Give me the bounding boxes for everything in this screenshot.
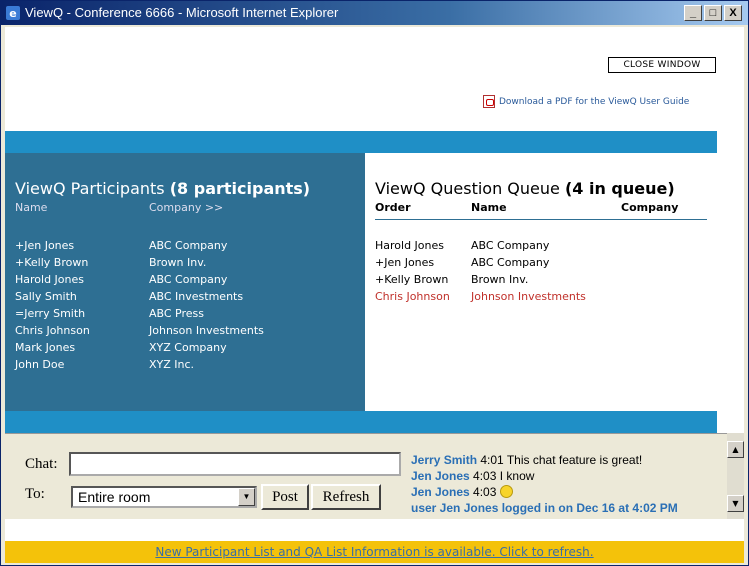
queue-name: Harold Jones (375, 239, 445, 252)
queue-row[interactable]: Chris Johnson Johnson Investments (375, 288, 715, 305)
refresh-button[interactable]: Refresh (311, 484, 381, 510)
participant-name: +Kelly Brown (15, 256, 89, 269)
queue-name: +Jen Jones (375, 256, 435, 269)
chat-sender: Jerry Smith (411, 453, 478, 467)
participants-list: +Jen Jones ABC Company +Kelly Brown Brown I… (15, 237, 355, 373)
question-queue-panel: ViewQ Question Queue (4 in queue) Order … (365, 153, 717, 411)
minimize-button[interactable]: _ (684, 5, 702, 21)
participant-row[interactable]: =Jerry Smith ABC Press (15, 305, 355, 322)
participant-row[interactable]: Harold Jones ABC Company (15, 271, 355, 288)
participant-row[interactable]: +Jen Jones ABC Company (15, 237, 355, 254)
queue-header-rule (375, 219, 707, 220)
chat-time: 4:03 (469, 485, 500, 499)
window-title: ViewQ - Conference 6666 - Microsoft Inte… (25, 5, 339, 20)
queue-col-name: Name (471, 201, 507, 214)
close-window-button[interactable]: CLOSE WINDOW (608, 57, 716, 73)
participant-row[interactable]: Chris Johnson Johnson Investments (15, 322, 355, 339)
participants-col-company[interactable]: Company >> (149, 201, 223, 214)
refresh-notice-link[interactable]: New Participant List and QA List Informa… (155, 545, 593, 559)
participants-col-name: Name (15, 201, 48, 214)
participants-heading: ViewQ Participants (8 participants) (15, 179, 310, 198)
svg-text:e: e (9, 7, 16, 20)
chat-time: 4:03 (469, 469, 500, 483)
footer-divider-bar (5, 411, 717, 433)
participant-name: John Doe (15, 358, 65, 371)
participant-name: Sally Smith (15, 290, 77, 303)
internet-explorer-icon: e (6, 6, 20, 20)
chat-sender: Jen Jones (411, 485, 470, 499)
chat-panel: Chat: To: Entire room ▼ Post Refresh Jer… (5, 433, 744, 519)
title-bar: e ViewQ - Conference 6666 - Microsoft In… (1, 1, 748, 25)
participant-row[interactable]: Mark Jones XYZ Company (15, 339, 355, 356)
scroll-down-arrow-icon[interactable]: ▼ (727, 495, 744, 512)
pdf-icon (483, 95, 495, 108)
chat-message: Jen Jones 4:03 (411, 484, 725, 500)
participant-company: ABC Company (149, 239, 228, 252)
queue-col-company: Company (621, 201, 679, 214)
scroll-up-arrow-icon[interactable]: ▲ (727, 441, 744, 458)
chat-log: Jerry Smith 4:01 This chat feature is gr… (411, 452, 725, 518)
participant-name: =Jerry Smith (15, 307, 86, 320)
chat-system-message: user Jen Jones logged in on Dec 16 at 4:… (411, 501, 678, 515)
header-divider-bar (5, 131, 717, 153)
chat-message: Jen Jones 4:03 I know (411, 468, 725, 484)
chat-label: Chat: (25, 456, 58, 472)
participant-name: Mark Jones (15, 341, 76, 354)
participant-company: XYZ Inc. (149, 358, 195, 371)
browser-window: e ViewQ - Conference 6666 - Microsoft In… (0, 0, 749, 566)
participant-name: +Jen Jones (15, 239, 75, 252)
participants-panel: ViewQ Participants (8 participants) Name… (5, 153, 365, 411)
refresh-notice-bar[interactable]: New Participant List and QA List Informa… (5, 541, 744, 563)
chat-input[interactable] (69, 452, 401, 476)
queue-name: +Kelly Brown (375, 273, 449, 286)
queue-list: Harold Jones ABC Company +Jen Jones ABC Com… (375, 237, 715, 305)
chat-time: 4:01 (477, 453, 507, 467)
post-button[interactable]: Post (261, 484, 309, 510)
queue-company: ABC Company (471, 256, 550, 269)
chat-sender: Jen Jones (411, 469, 470, 483)
queue-company: Brown Inv. (471, 273, 529, 286)
to-label: To: (25, 486, 45, 502)
chevron-down-icon[interactable]: ▼ (238, 488, 255, 506)
chat-scrollbar[interactable]: ▲ ▼ (727, 433, 744, 519)
queue-count: (4 in queue) (564, 179, 675, 198)
participants-count: (8 participants) (169, 179, 311, 198)
queue-row[interactable]: +Jen Jones ABC Company (375, 254, 715, 271)
queue-company: Johnson Investments (471, 290, 586, 303)
queue-row[interactable]: Harold Jones ABC Company (375, 237, 715, 254)
participant-company: Brown Inv. (149, 256, 207, 269)
participant-company: ABC Investments (149, 290, 244, 303)
participant-company: XYZ Company (149, 341, 227, 354)
queue-row[interactable]: +Kelly Brown Brown Inv. (375, 271, 715, 288)
participant-company: Johnson Investments (149, 324, 264, 337)
chat-text: I know (499, 469, 535, 483)
queue-col-order: Order (375, 201, 411, 214)
smiley-icon (499, 485, 513, 498)
queue-heading: ViewQ Question Queue (4 in queue) (375, 179, 675, 198)
recipient-select[interactable]: Entire room ▼ (71, 486, 257, 508)
close-window-x-button[interactable]: X (724, 5, 742, 21)
queue-company: ABC Company (471, 239, 550, 252)
participant-name: Harold Jones (15, 273, 85, 286)
queue-title: ViewQ Question Queue (375, 179, 560, 198)
chat-text: This chat feature is great! (506, 453, 643, 467)
participant-row[interactable]: +Kelly Brown Brown Inv. (15, 254, 355, 271)
pdf-link-label[interactable]: Download a PDF for the ViewQ User Guide (499, 97, 689, 107)
participant-name: Chris Johnson (15, 324, 90, 337)
participants-title: ViewQ Participants (15, 179, 165, 198)
pdf-guide-link[interactable]: Download a PDF for the ViewQ User Guide (483, 95, 689, 108)
queue-name: Chris Johnson (375, 290, 450, 303)
recipient-select-value: Entire room (78, 489, 151, 505)
maximize-button[interactable]: □ (704, 5, 722, 21)
participant-row[interactable]: Sally Smith ABC Investments (15, 288, 355, 305)
page-content: CLOSE WINDOW Download a PDF for the View… (5, 27, 744, 563)
participant-row[interactable]: John Doe XYZ Inc. (15, 356, 355, 373)
chat-message: Jerry Smith 4:01 This chat feature is gr… (411, 452, 725, 468)
participant-company: ABC Company (149, 273, 228, 286)
participant-company: ABC Press (149, 307, 205, 320)
